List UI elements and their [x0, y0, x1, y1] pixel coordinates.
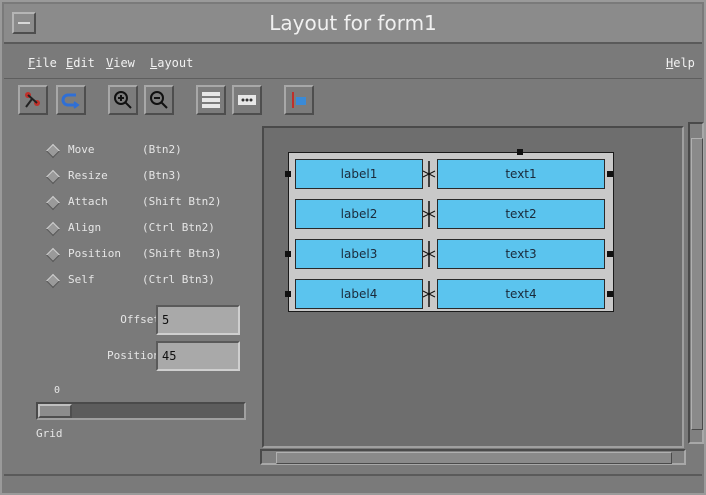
mode-position[interactable]: Position (Shift Btn3) — [24, 245, 256, 265]
grid-label: Grid — [36, 427, 63, 440]
zoom-in-button[interactable] — [108, 85, 138, 115]
layout-window: Layout for form1 File Edit View Layout H… — [0, 0, 706, 495]
resize-handle[interactable] — [285, 291, 291, 297]
position-row: Position — [24, 341, 256, 371]
grid-button[interactable] — [196, 85, 226, 115]
grid-slider[interactable] — [36, 402, 246, 420]
resize-handle[interactable] — [607, 291, 613, 297]
label1-widget[interactable]: label1 — [295, 159, 423, 189]
mode-attach[interactable]: Attach (Shift Btn2) — [24, 193, 256, 213]
resize-handle[interactable] — [517, 149, 523, 155]
radio-indicator[interactable] — [45, 169, 61, 185]
radio-indicator[interactable] — [45, 195, 61, 211]
attach-arrows-icon — [422, 281, 436, 307]
mode-resize[interactable]: Resize (Btn3) — [24, 167, 256, 187]
mode-panel: Move (Btn2) Resize (Btn3) Attach (Shift Btn… — [24, 127, 256, 447]
resize-handle[interactable] — [285, 171, 291, 177]
window-title: Layout for form1 — [269, 11, 437, 35]
menu-file[interactable]: File — [28, 56, 57, 70]
zoom-out-button[interactable] — [144, 85, 174, 115]
attach-arrows-icon — [422, 201, 436, 227]
align-icon — [292, 92, 306, 108]
undo-icon — [61, 93, 80, 109]
grid-value: 0 — [54, 385, 61, 396]
position-field[interactable] — [156, 341, 240, 371]
menu-layout[interactable]: Layout — [150, 56, 193, 70]
radio-indicator[interactable] — [45, 247, 61, 263]
dots-button[interactable] — [232, 85, 262, 115]
mode-self[interactable]: Self (Ctrl Btn3) — [24, 271, 256, 291]
menu-view[interactable]: View — [106, 56, 135, 70]
undo-button[interactable] — [56, 85, 86, 115]
status-separator — [4, 474, 702, 476]
text4-widget[interactable]: text4 — [437, 279, 605, 309]
resize-handle[interactable] — [285, 251, 291, 257]
grid-slider-thumb[interactable] — [38, 404, 72, 418]
toolbar — [4, 82, 702, 122]
vertical-scrollbar[interactable] — [688, 122, 704, 444]
radio-indicator[interactable] — [45, 143, 61, 159]
tree-icon — [25, 92, 40, 108]
mode-align[interactable]: Align (Ctrl Btn2) — [24, 219, 256, 239]
form1[interactable]: label1 text1 label2 text2 label3 text3 l… — [285, 149, 614, 312]
zoom-in-icon — [114, 91, 132, 109]
offset-row: Offset — [24, 305, 256, 335]
text1-widget[interactable]: text1 — [437, 159, 605, 189]
attach-arrows-icon — [422, 241, 436, 267]
horizontal-scroll-thumb[interactable] — [276, 452, 672, 464]
zoom-out-icon — [150, 91, 168, 109]
vertical-scroll-thumb[interactable] — [691, 138, 703, 430]
radio-indicator[interactable] — [45, 273, 61, 289]
horizontal-scrollbar[interactable] — [260, 449, 686, 465]
dots-icon — [238, 95, 256, 105]
mode-move[interactable]: Move (Btn2) — [24, 141, 256, 161]
menu-help[interactable]: Help — [666, 56, 695, 70]
label4-widget[interactable]: label4 — [295, 279, 423, 309]
offset-label: Offset — [120, 313, 160, 326]
menu-bar: File Edit View Layout Help — [4, 50, 702, 79]
text3-widget[interactable]: text3 — [437, 239, 605, 269]
attach-arrows-icon — [422, 161, 436, 187]
resize-handle[interactable] — [607, 171, 613, 177]
offset-field[interactable] — [156, 305, 240, 335]
grid-icon — [202, 92, 220, 108]
label3-widget[interactable]: label3 — [295, 239, 423, 269]
resize-handle[interactable] — [607, 251, 613, 257]
menu-edit[interactable]: Edit — [66, 56, 95, 70]
text2-widget[interactable]: text2 — [437, 199, 605, 229]
position-label: Position — [107, 349, 160, 362]
tree-button[interactable] — [18, 85, 48, 115]
title-bar: Layout for form1 — [4, 4, 702, 44]
radio-indicator[interactable] — [45, 221, 61, 237]
label2-widget[interactable]: label2 — [295, 199, 423, 229]
align-button[interactable] — [284, 85, 314, 115]
